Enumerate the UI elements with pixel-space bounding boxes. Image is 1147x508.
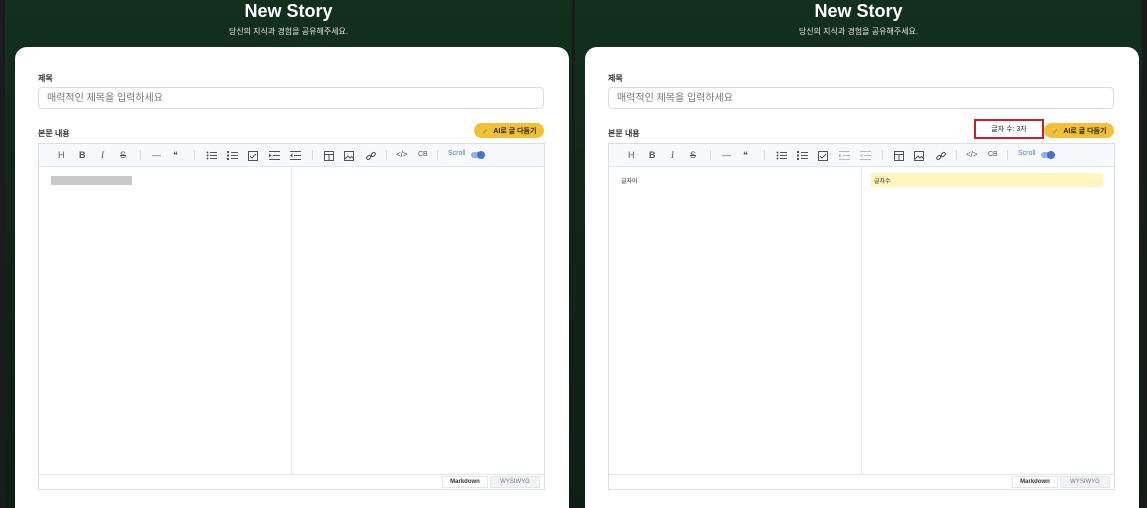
ai-polish-label: AI로 글 다듬기	[1063, 127, 1107, 135]
title-label: 제목	[38, 74, 53, 83]
title-input[interactable]	[608, 87, 1114, 109]
heading-button[interactable]: H	[58, 149, 65, 161]
page-subtitle: 당신의 지식과 경험을 공유해주세요.	[798, 27, 919, 36]
ordered-list-icon[interactable]	[227, 151, 238, 160]
story-form-card: 제목 본문 내용 🪄 AI로 글 다듬기 H B I S — ❝	[15, 47, 569, 508]
editor-panel-right: New Story 당신의 지식과 경험을 공유해주세요. 제목 본문 내용 글…	[575, 0, 1142, 508]
page-title: New Story	[814, 1, 903, 21]
ai-polish-button[interactable]: 🪄 AI로 글 다듬기	[1044, 123, 1114, 138]
codeblock-button[interactable]: CB	[418, 149, 428, 161]
bold-button[interactable]: B	[79, 149, 86, 161]
hr-button[interactable]: —	[152, 149, 161, 161]
indent-icon[interactable]	[839, 151, 850, 160]
page-subtitle: 당신의 지식과 경험을 공유해주세요.	[228, 27, 349, 36]
hr-button[interactable]: —	[722, 149, 731, 161]
strike-button[interactable]: S	[120, 149, 126, 161]
task-list-icon[interactable]	[248, 151, 258, 161]
char-count-badge: 글자 수: 3자	[974, 119, 1044, 139]
outdent-icon[interactable]	[860, 151, 871, 160]
heading-button[interactable]: H	[628, 149, 635, 161]
task-list-icon[interactable]	[818, 151, 828, 161]
link-icon[interactable]	[366, 151, 376, 161]
quote-button[interactable]: ❝	[173, 149, 178, 161]
markdown-mode-tab[interactable]: Markdown	[1012, 476, 1058, 488]
table-icon[interactable]	[894, 151, 904, 161]
editor-panel-left: New Story 당신의 지식과 경험을 공유해주세요. 제목 본문 내용 🪄…	[5, 0, 572, 508]
link-icon[interactable]	[936, 151, 946, 161]
quote-button[interactable]: ❝	[743, 149, 748, 161]
bullet-list-icon[interactable]	[206, 151, 217, 160]
ai-polish-button[interactable]: 🪄 AI로 글 다듬기	[474, 123, 544, 138]
bold-button[interactable]: B	[649, 149, 656, 161]
body-label: 본문 내용	[608, 129, 640, 138]
text-placeholder-bar	[51, 176, 132, 185]
ai-polish-label: AI로 글 다듬기	[493, 127, 537, 135]
markdown-editor: H B I S — ❝ </> CB	[38, 143, 545, 490]
table-icon[interactable]	[324, 151, 334, 161]
preview-highlight-text: 글자수	[871, 173, 1103, 187]
strike-button[interactable]: S	[690, 149, 696, 161]
outdent-icon[interactable]	[290, 151, 301, 160]
italic-button[interactable]: I	[101, 149, 104, 161]
preview-pane: 글자수	[862, 166, 1114, 475]
title-input[interactable]	[38, 87, 544, 109]
markdown-pane[interactable]: 글자어	[609, 166, 861, 475]
bullet-list-icon[interactable]	[776, 151, 787, 160]
markdown-text: 글자어	[621, 179, 638, 185]
wand-icon: 🪄	[481, 127, 491, 135]
ordered-list-icon[interactable]	[797, 151, 808, 160]
page-title: New Story	[244, 1, 333, 21]
indent-icon[interactable]	[269, 151, 280, 160]
wysiwyg-mode-tab[interactable]: WYSIWYG	[1060, 476, 1110, 488]
scroll-sync-label: Scroll	[448, 150, 466, 157]
markdown-pane[interactable]	[39, 166, 291, 475]
scroll-sync-label: Scroll	[1018, 150, 1036, 157]
markdown-mode-tab[interactable]: Markdown	[442, 476, 488, 488]
editor-footer: Markdown WYSIWYG	[39, 474, 544, 489]
scroll-sync-toggle[interactable]	[471, 151, 485, 159]
markdown-editor: H B I S — ❝ </> CB	[608, 143, 1115, 490]
editor-toolbar: H B I S — ❝ </> CB Scroll	[609, 144, 1114, 167]
editor-footer: Markdown WYSIWYG	[609, 474, 1114, 489]
editor-toolbar: H B I S — ❝ </> CB Scroll	[39, 144, 544, 167]
scroll-sync-toggle[interactable]	[1041, 151, 1055, 159]
preview-pane	[292, 166, 544, 475]
codeblock-button[interactable]: CB	[988, 149, 998, 161]
image-icon[interactable]	[914, 151, 924, 161]
wand-icon: 🪄	[1051, 127, 1061, 135]
code-button[interactable]: </>	[966, 149, 978, 161]
image-icon[interactable]	[344, 151, 354, 161]
italic-button[interactable]: I	[671, 149, 674, 161]
wysiwyg-mode-tab[interactable]: WYSIWYG	[490, 476, 540, 488]
code-button[interactable]: </>	[396, 149, 408, 161]
body-label: 본문 내용	[38, 129, 70, 138]
title-label: 제목	[608, 74, 623, 83]
story-form-card: 제목 본문 내용 글자 수: 3자 🪄 AI로 글 다듬기 H B I S — …	[585, 47, 1139, 508]
